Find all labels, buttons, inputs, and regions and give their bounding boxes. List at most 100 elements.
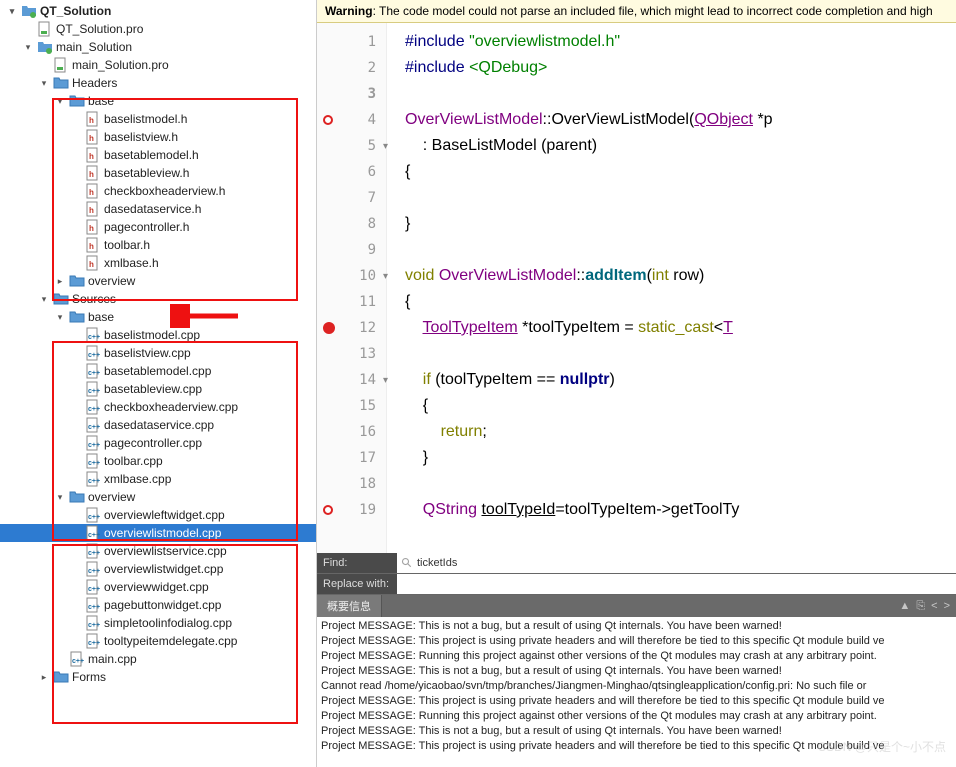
gutter-line[interactable]: 17 — [317, 445, 386, 471]
tree-twisty[interactable]: ▾ — [6, 6, 18, 17]
tree-item-overviewlistmodel-cpp[interactable]: c++overviewlistmodel.cpp — [0, 524, 316, 542]
gutter-line[interactable]: 8 — [317, 211, 386, 237]
gutter-line[interactable]: 19 — [317, 497, 386, 523]
console-line[interactable]: Project MESSAGE: This project is using p… — [321, 694, 952, 709]
output-tab[interactable]: 概要信息 — [317, 595, 382, 617]
code-line[interactable]: QString toolTypeId=toolTypeItem->getTool… — [405, 497, 956, 523]
tree-twisty[interactable]: ▸ — [38, 672, 50, 683]
tree-item-pagecontroller-h[interactable]: hpagecontroller.h — [0, 218, 316, 236]
tree-item-overview[interactable]: ▾overview — [0, 488, 316, 506]
gutter-line[interactable]: 13 — [317, 341, 386, 367]
tree-twisty[interactable]: ▾ — [38, 294, 50, 305]
console-line[interactable]: Project MESSAGE: This is not a bug, but … — [321, 724, 952, 739]
tree-item-main_solution-pro[interactable]: main_Solution.pro — [0, 56, 316, 74]
tree-twisty[interactable]: ▾ — [22, 42, 34, 53]
gutter-line[interactable]: 1 — [317, 29, 386, 55]
tree-item-pagecontroller-cpp[interactable]: c++pagecontroller.cpp — [0, 434, 316, 452]
gutter-line[interactable]: 14▾ — [317, 367, 386, 393]
nav-next-icon[interactable]: > — [944, 600, 950, 613]
tree-item-baselistview-cpp[interactable]: c++baselistview.cpp — [0, 344, 316, 362]
find-input[interactable] — [417, 557, 952, 569]
code-line[interactable]: #include <QDebug> — [405, 55, 956, 81]
pin-icon[interactable]: ⎘ — [916, 600, 925, 613]
fold-icon[interactable]: ▾ — [383, 375, 388, 386]
gutter-line[interactable]: 10▾ — [317, 263, 386, 289]
breakpoint-icon[interactable] — [323, 505, 333, 515]
code-line[interactable]: ToolTypeItem *toolTypeItem = static_cast… — [405, 315, 956, 341]
tree-item-overview[interactable]: ▸overview — [0, 272, 316, 290]
console-line[interactable]: Project MESSAGE: Running this project ag… — [321, 649, 952, 664]
tree-item-basetablemodel-cpp[interactable]: c++basetablemodel.cpp — [0, 362, 316, 380]
tree-item-dasedataservice-cpp[interactable]: c++dasedataservice.cpp — [0, 416, 316, 434]
tree-item-toolbar-h[interactable]: htoolbar.h — [0, 236, 316, 254]
code-line[interactable]: } — [405, 445, 956, 471]
tree-item-overviewleftwidget-cpp[interactable]: c++overviewleftwidget.cpp — [0, 506, 316, 524]
tree-item-overviewwidget-cpp[interactable]: c++overviewwidget.cpp — [0, 578, 316, 596]
console-line[interactable]: Project MESSAGE: This is not a bug, but … — [321, 664, 952, 679]
gutter-line[interactable]: 11 — [317, 289, 386, 315]
gutter-line[interactable]: 7 — [317, 185, 386, 211]
gutter-line[interactable]: 4 — [317, 107, 386, 133]
tree-item-baselistmodel-h[interactable]: hbaselistmodel.h — [0, 110, 316, 128]
code-line[interactable] — [405, 471, 956, 497]
code-line[interactable] — [405, 185, 956, 211]
gutter-line[interactable]: 9 — [317, 237, 386, 263]
tree-item-main_solution[interactable]: ▾main_Solution — [0, 38, 316, 56]
editor-gutter[interactable]: 12345▾678910▾11121314▾1516171819 — [317, 23, 387, 553]
tree-twisty[interactable]: ▾ — [54, 492, 66, 503]
tree-item-checkboxheaderview-h[interactable]: hcheckboxheaderview.h — [0, 182, 316, 200]
tree-item-tooltypeitemdelegate-cpp[interactable]: c++tooltypeitemdelegate.cpp — [0, 632, 316, 650]
code-line[interactable]: OverViewListModel::OverViewListModel(QOb… — [405, 107, 956, 133]
gutter-line[interactable]: 16 — [317, 419, 386, 445]
code-editor[interactable]: 12345▾678910▾11121314▾1516171819 #includ… — [317, 23, 956, 553]
code-line[interactable]: { — [405, 289, 956, 315]
console-line[interactable]: Cannot read /home/yicaobao/svn/tmp/branc… — [321, 679, 952, 694]
tree-item-overviewlistservice-cpp[interactable]: c++overviewlistservice.cpp — [0, 542, 316, 560]
code-line[interactable] — [405, 237, 956, 263]
nav-prev-icon[interactable]: < — [931, 600, 937, 613]
breakpoint-icon[interactable] — [323, 322, 335, 334]
tree-item-simpletoolinfodialog-cpp[interactable]: c++simpletoolinfodialog.cpp — [0, 614, 316, 632]
tree-item-toolbar-cpp[interactable]: c++toolbar.cpp — [0, 452, 316, 470]
tree-item-sources[interactable]: ▾Sources — [0, 290, 316, 308]
code-line[interactable]: if (toolTypeItem == nullptr) — [405, 367, 956, 393]
tree-item-baselistmodel-cpp[interactable]: c++baselistmodel.cpp — [0, 326, 316, 344]
tree-item-basetableview-cpp[interactable]: c++basetableview.cpp — [0, 380, 316, 398]
gutter-line[interactable]: 12 — [317, 315, 386, 341]
tree-twisty[interactable]: ▸ — [54, 276, 66, 287]
console-line[interactable]: Project MESSAGE: Running this project ag… — [321, 709, 952, 724]
tree-twisty[interactable]: ▾ — [54, 96, 66, 107]
tree-item-qt_solution[interactable]: ▾QT_Solution — [0, 2, 316, 20]
fold-icon[interactable]: ▾ — [383, 141, 388, 152]
code-line[interactable]: } — [405, 211, 956, 237]
gutter-line[interactable]: 18 — [317, 471, 386, 497]
tree-item-pagebuttonwidget-cpp[interactable]: c++pagebuttonwidget.cpp — [0, 596, 316, 614]
code-line[interactable]: return; — [405, 419, 956, 445]
tree-item-basetableview-h[interactable]: hbasetableview.h — [0, 164, 316, 182]
gutter-line[interactable]: 6 — [317, 159, 386, 185]
code-line[interactable] — [405, 341, 956, 367]
tree-item-qt_solution-pro[interactable]: QT_Solution.pro — [0, 20, 316, 38]
breakpoint-icon[interactable] — [323, 115, 333, 125]
console-line[interactable]: Project MESSAGE: This is not a bug, but … — [321, 619, 952, 634]
tree-item-forms[interactable]: ▸Forms — [0, 668, 316, 686]
tree-item-base[interactable]: ▾base — [0, 308, 316, 326]
code-line[interactable]: { — [405, 159, 956, 185]
project-tree-panel[interactable]: ▾QT_SolutionQT_Solution.pro▾main_Solutio… — [0, 0, 317, 767]
tree-item-overviewlistwidget-cpp[interactable]: c++overviewlistwidget.cpp — [0, 560, 316, 578]
editor-code-area[interactable]: #include "overviewlistmodel.h"#include <… — [387, 23, 956, 553]
tree-item-headers[interactable]: ▾Headers — [0, 74, 316, 92]
gutter-line[interactable]: 3 — [317, 81, 386, 107]
tree-item-basetablemodel-h[interactable]: hbasetablemodel.h — [0, 146, 316, 164]
tree-item-main-cpp[interactable]: c++main.cpp — [0, 650, 316, 668]
output-console[interactable]: Project MESSAGE: This is not a bug, but … — [317, 617, 956, 767]
tree-item-xmlbase-cpp[interactable]: c++xmlbase.cpp — [0, 470, 316, 488]
filter-icon[interactable]: ▲ — [899, 600, 910, 613]
tree-item-base[interactable]: ▾base — [0, 92, 316, 110]
tree-item-dasedataservice-h[interactable]: hdasedataservice.h — [0, 200, 316, 218]
code-line[interactable]: #include "overviewlistmodel.h" — [405, 29, 956, 55]
tree-item-checkboxheaderview-cpp[interactable]: c++checkboxheaderview.cpp — [0, 398, 316, 416]
tree-item-xmlbase-h[interactable]: hxmlbase.h — [0, 254, 316, 272]
code-line[interactable]: : BaseListModel (parent) — [405, 133, 956, 159]
code-line[interactable]: void OverViewListModel::addItem(int row) — [405, 263, 956, 289]
